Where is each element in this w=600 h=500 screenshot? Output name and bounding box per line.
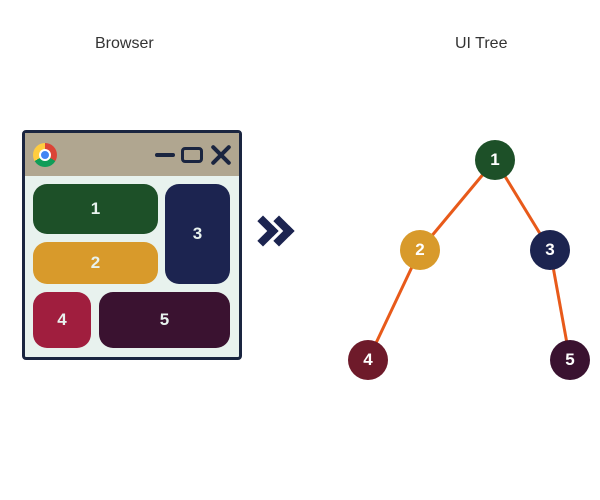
chrome-icon — [33, 143, 57, 167]
close-icon — [209, 144, 231, 166]
browser-label: Browser — [95, 35, 154, 53]
tree-node-1: 1 — [475, 140, 515, 180]
ui-box-2: 2 — [33, 242, 158, 284]
titlebar — [25, 133, 239, 176]
window-controls — [155, 144, 231, 166]
ui-box-5: 5 — [99, 292, 230, 348]
ui-box-3: 3 — [165, 184, 230, 284]
tree-node-5: 5 — [550, 340, 590, 380]
ui-tree: 1 2 3 4 5 — [330, 130, 600, 410]
arrow-icon — [258, 220, 290, 247]
browser-content: 1 3 2 4 5 — [25, 176, 239, 361]
tree-node-4: 4 — [348, 340, 388, 380]
tree-node-2: 2 — [400, 230, 440, 270]
ui-box-4: 4 — [33, 292, 91, 348]
maximize-icon — [181, 147, 203, 163]
tree-node-3: 3 — [530, 230, 570, 270]
tree-label: UI Tree — [455, 35, 507, 53]
minimize-icon — [155, 153, 175, 157]
browser-window: 1 3 2 4 5 — [22, 130, 242, 360]
ui-box-1: 1 — [33, 184, 158, 234]
